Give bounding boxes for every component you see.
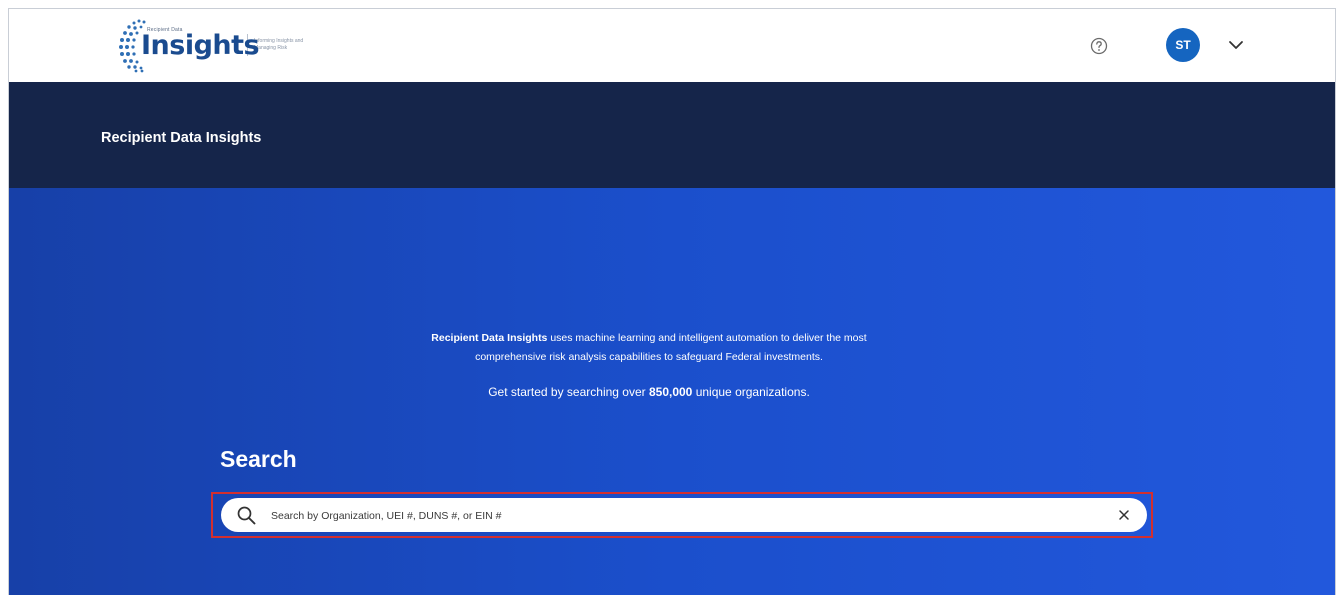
app-frame: Recipient Data Insights Informing Insigh…	[8, 8, 1336, 595]
search-icon	[237, 506, 256, 525]
app-logo[interactable]: Recipient Data Insights Informing Insigh…	[117, 17, 304, 73]
intro-line-2: comprehensive risk analysis capabilities…	[475, 351, 823, 363]
logo-mark: Recipient Data Insights	[117, 17, 260, 73]
top-navigation-bar: Recipient Data Insights Informing Insigh…	[9, 9, 1335, 82]
intro-bold-name: Recipient Data Insights	[431, 332, 548, 344]
count-suffix: unique organizations.	[692, 385, 810, 399]
help-circle-icon[interactable]	[1089, 36, 1109, 56]
organization-count-text: Get started by searching over 850,000 un…	[9, 385, 1289, 399]
chevron-down-icon[interactable]	[1227, 38, 1245, 52]
intro-text: Recipient Data Insights uses machine lea…	[9, 329, 1289, 367]
logo-wordmark: Insights	[141, 30, 260, 61]
page-title: Recipient Data Insights	[101, 130, 262, 146]
clear-search-icon[interactable]	[1117, 508, 1131, 522]
hero-section: Recipient Data Insights uses machine lea…	[9, 188, 1335, 595]
search-input[interactable]	[269, 503, 1093, 529]
search-bar[interactable]	[221, 498, 1147, 532]
logo-tagline: Informing Insights and Managing Risk	[254, 38, 304, 51]
count-prefix: Get started by searching over	[488, 385, 649, 399]
search-heading: Search	[220, 446, 297, 472]
intro-line-1: uses machine learning and intelligent au…	[547, 332, 867, 344]
organization-count: 850,000	[648, 385, 693, 399]
page-banner: Recipient Data Insights	[9, 82, 1335, 188]
user-avatar[interactable]: ST	[1166, 28, 1200, 62]
